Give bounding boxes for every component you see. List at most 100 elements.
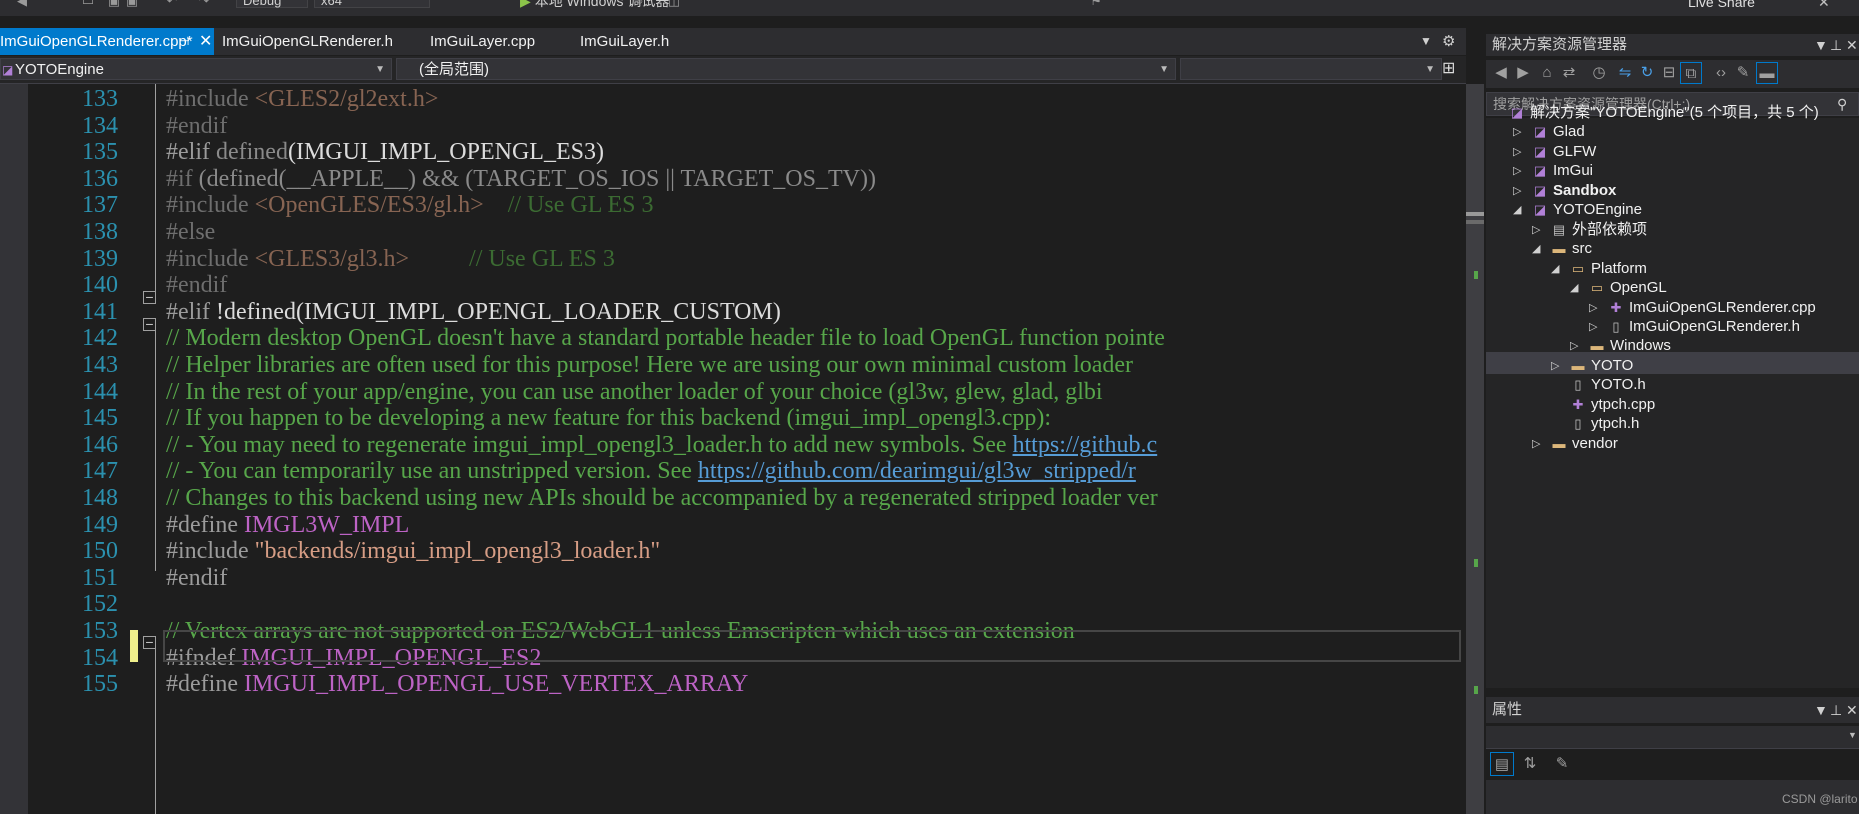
fold-toggle-icon[interactable]: − <box>143 317 156 331</box>
code-token: #include <box>166 86 255 112</box>
main-toolbar: ◀ ▭ ▣ ▣ ↶ ↷ Debug x64 ▶ 本地 Windows 调试器 ⌕ … <box>0 0 1859 16</box>
member-combo[interactable]: ▼ <box>1180 58 1442 80</box>
tree-item[interactable]: ▯ YOTO.h <box>1551 374 1859 396</box>
code-token: // Use GL ES 3 <box>483 192 654 218</box>
tab-imguiopenglrenderer-h[interactable]: ImGuiOpenGLRenderer.h <box>214 28 414 55</box>
code-token: defined <box>215 139 288 165</box>
solution-explorer-title-bar: 解决方案资源管理器 ▼ ⊥ ✕ <box>1486 34 1859 56</box>
properties-title: 属性 <box>1492 701 1523 718</box>
tab-imguilayer-cpp[interactable]: ImGuiLayer.cpp <box>414 28 564 55</box>
code-token: <GLES3/gl3.h> <box>254 246 410 272</box>
tree-item[interactable]: ◢ ▬ src <box>1532 238 1859 260</box>
panel-menu-icon[interactable]: ▼ <box>1814 697 1828 723</box>
code-editor[interactable]: #include <GLES2/gl2ext.h> #endif #elif def… <box>0 84 1466 814</box>
split-editor-icon[interactable]: ⊞ <box>1442 58 1455 78</box>
home-icon[interactable]: ⌂ <box>1536 62 1558 84</box>
collapse-all-icon[interactable]: ⊟ <box>1658 62 1680 84</box>
collapse-arrow-icon[interactable]: ◢ <box>1532 238 1544 260</box>
expand-arrow-icon[interactable]: ▷ <box>1570 335 1582 357</box>
alphabetical-icon[interactable]: ⇅ <box>1518 752 1542 776</box>
tree-item-label: Glad <box>1553 123 1585 140</box>
code-hyperlink[interactable]: https://github.com/dearimgui/gl3w_stripp… <box>698 458 1136 484</box>
code-line: #include <OpenGLES/ES3/gl.h> // Use GL E… <box>166 189 654 221</box>
folder-icon: ▬ <box>1552 241 1566 256</box>
tree-item[interactable]: ◢ ◪ YOTOEngine <box>1513 199 1859 221</box>
back-icon[interactable]: ◀ <box>1490 62 1512 84</box>
preview-selected-icon[interactable]: ▬ <box>1756 62 1778 84</box>
save-icon[interactable]: ▣ <box>106 0 122 8</box>
open-folder-icon[interactable]: ▭ <box>80 0 96 8</box>
fold-toggle-icon[interactable]: − <box>143 290 156 304</box>
close-icon[interactable]: ✕ <box>1846 34 1858 56</box>
tree-item[interactable]: ◢ ▭ OpenGL <box>1570 277 1859 299</box>
properties-title-bar: 属性 ▼ ⊥ ✕ <box>1486 697 1859 723</box>
tree-item[interactable]: ▷ ▬ vendor <box>1532 433 1859 455</box>
live-share-label: Live Share <box>1688 0 1755 10</box>
solution-explorer-toolbar: ◀ ▶ ⌂ ⇄ ◷ ⇋ ↻ ⊟ ⧉ ‹› ✎ ▬ <box>1486 60 1859 88</box>
platform-combo[interactable]: x64 <box>314 0 430 8</box>
refresh-icon[interactable]: ↻ <box>1636 62 1658 84</box>
expand-arrow-icon[interactable]: ▷ <box>1513 121 1525 143</box>
properties-object-combo[interactable]: ▼ <box>1486 726 1859 749</box>
bookmark-icon[interactable]: ⚑ <box>1088 0 1104 8</box>
tree-item[interactable]: ▯ ytpch.h <box>1551 413 1859 435</box>
tab-imguiopenglrenderer-cpp[interactable]: ImGuiOpenGLRenderer.cpp* ⊣ ✕ <box>0 28 214 55</box>
show-all-files-icon[interactable]: ⧉ <box>1680 62 1702 84</box>
tree-item[interactable]: ▷ ◪ Glad <box>1513 121 1859 143</box>
scrollbar-change-marker <box>1474 271 1478 279</box>
switch-views-icon[interactable]: ⇄ <box>1558 62 1580 84</box>
pin-icon[interactable]: ⊥ <box>1830 34 1842 56</box>
fold-guide <box>155 331 156 571</box>
fold-toggle-icon[interactable]: − <box>143 635 156 649</box>
collapse-arrow-icon[interactable]: ◢ <box>1551 258 1563 280</box>
panel-menu-icon[interactable]: ▼ <box>1814 34 1828 56</box>
config-combo[interactable]: Debug <box>236 0 308 8</box>
camera-icon[interactable]: ◫ <box>666 0 682 8</box>
gear-icon[interactable]: ⚙ <box>1442 32 1455 50</box>
editor-vertical-scrollbar[interactable] <box>1466 84 1484 814</box>
code-token: // Helper libraries are often used for t… <box>166 352 1134 378</box>
solution-icon: ◪ <box>1510 105 1524 120</box>
forward-icon[interactable]: ▶ <box>1512 62 1534 84</box>
code-token: // Use GL ES 3 <box>409 246 615 272</box>
tree-item[interactable]: ▷ ◪ ImGui <box>1513 160 1859 182</box>
code-token: <OpenGLES/ES3/gl.h> <box>254 192 484 218</box>
tab-imguilayer-h[interactable]: ImGuiLayer.h <box>564 28 714 55</box>
scrollbar-thumb[interactable] <box>1466 212 1484 216</box>
close-tab-icon[interactable]: ✕ <box>199 28 212 55</box>
tab-overflow-icon[interactable]: ▼ <box>1420 34 1432 48</box>
navigation-bar: ◪ YOTOEngine ▼ (全局范围) ▼ ▼ <box>0 56 1466 84</box>
categorized-icon[interactable]: ▤ <box>1490 752 1514 776</box>
undo-icon[interactable]: ↶ <box>164 0 180 8</box>
close-icon[interactable]: ✕ <box>1846 697 1858 723</box>
pending-changes-icon[interactable]: ◷ <box>1588 62 1610 84</box>
current-line-highlight <box>163 630 1461 662</box>
project-combo-label: YOTOEngine <box>15 61 104 78</box>
back-icon[interactable]: ◀ <box>14 0 30 8</box>
find-icon[interactable]: ⌕ <box>632 0 648 8</box>
header-file-icon: ▯ <box>1574 377 1582 392</box>
pin-icon[interactable]: ⊥ <box>1830 697 1842 723</box>
code-line: #include <GLES3/gl3.h> // Use GL ES 3 <box>166 243 615 275</box>
tree-item-label: ImGui <box>1553 162 1594 179</box>
project-icon: ◪ <box>1533 202 1547 217</box>
project-combo[interactable]: ◪ YOTOEngine ▼ <box>0 58 392 80</box>
sync-icon[interactable]: ⇋ <box>1614 62 1636 84</box>
header-file-icon: ▯ <box>1574 416 1582 431</box>
expand-arrow-icon[interactable]: ▷ <box>1532 433 1544 455</box>
collapse-arrow-icon[interactable]: ◢ <box>1513 199 1525 221</box>
scope-combo[interactable]: (全局范围) ▼ <box>396 58 1176 80</box>
property-pages-icon[interactable]: ✎ <box>1550 752 1574 776</box>
expand-arrow-icon[interactable]: ▷ <box>1513 160 1525 182</box>
redo-icon[interactable]: ↷ <box>196 0 212 8</box>
pin-icon[interactable]: ⊣ <box>179 28 189 55</box>
save-all-icon[interactable]: ▣ <box>124 0 140 8</box>
properties-wrench-icon[interactable]: ✎ <box>1732 62 1754 84</box>
collapse-arrow-icon[interactable]: ◢ <box>1570 277 1582 299</box>
code-line: #define IMGUI_IMPL_OPENGL_USE_VERTEX_ARR… <box>166 668 748 700</box>
view-code-icon[interactable]: ‹› <box>1710 62 1732 84</box>
close-window-icon[interactable]: ✕ <box>1818 0 1830 11</box>
config-label: Debug <box>243 0 282 8</box>
tree-item[interactable]: ▷ ▬ Windows <box>1570 335 1859 357</box>
live-share-button[interactable]: Live Share <box>1688 0 1755 9</box>
